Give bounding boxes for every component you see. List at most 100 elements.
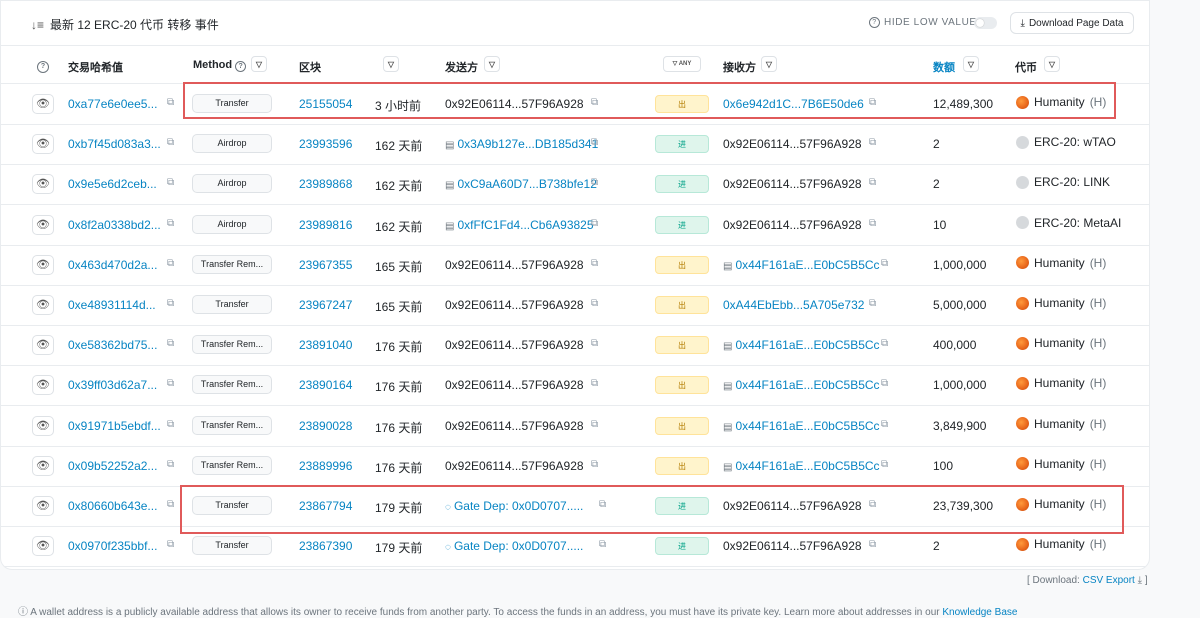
direction-filter[interactable]: ▽ ANY: [663, 56, 701, 72]
copy-icon[interactable]: ⧉: [881, 378, 888, 389]
tx-hash-link[interactable]: 0x9e5e6d2ceb...: [68, 177, 157, 191]
copy-icon[interactable]: ⧉: [591, 177, 598, 188]
token-link[interactable]: Humanity (H): [1016, 417, 1106, 431]
eye-icon[interactable]: 👁: [32, 375, 54, 396]
copy-icon[interactable]: ⧉: [599, 539, 606, 550]
copy-icon[interactable]: ⧉: [167, 419, 174, 430]
copy-icon[interactable]: ⧉: [167, 499, 174, 510]
copy-icon[interactable]: ⧉: [167, 539, 174, 550]
tx-hash-link[interactable]: 0x09b52252a2...: [68, 459, 157, 473]
sort-icon[interactable]: ↓≡: [31, 18, 44, 32]
block-link[interactable]: 23989868: [299, 177, 352, 191]
to-filter-icon[interactable]: ▽: [761, 56, 777, 72]
copy-icon[interactable]: ⧉: [167, 459, 174, 470]
eye-icon[interactable]: 👁: [32, 415, 54, 436]
token-link[interactable]: Humanity (H): [1016, 95, 1106, 109]
token-filter-icon[interactable]: ▽: [1044, 56, 1060, 72]
copy-icon[interactable]: ⧉: [881, 459, 888, 470]
tx-hash-link[interactable]: 0x39ff03d62a7...: [68, 378, 157, 392]
tx-hash-link[interactable]: 0xe58362bd75...: [68, 338, 157, 352]
copy-icon[interactable]: ⧉: [167, 137, 174, 148]
knowledge-base-link[interactable]: Knowledge Base: [942, 607, 1017, 618]
eye-icon[interactable]: 👁: [32, 174, 54, 195]
copy-icon[interactable]: ⧉: [591, 378, 598, 389]
from-address[interactable]: ◌ Gate Dep: 0x0D0707.....: [445, 539, 583, 553]
tx-hash-link[interactable]: 0x463d470d2a...: [68, 258, 157, 272]
token-link[interactable]: Humanity (H): [1016, 497, 1106, 511]
to-address[interactable]: ▤ 0x44F161aE...E0bC5B5Cc: [723, 338, 880, 352]
col-amount[interactable]: 数额: [933, 59, 955, 75]
copy-icon[interactable]: ⧉: [591, 419, 598, 430]
token-link[interactable]: ERC-20: MetaAI: [1016, 216, 1126, 230]
csv-export-link[interactable]: CSV Export: [1083, 575, 1135, 586]
eye-icon[interactable]: 👁: [32, 134, 54, 155]
copy-icon[interactable]: ⧉: [599, 499, 606, 510]
copy-icon[interactable]: ⧉: [881, 419, 888, 430]
block-link[interactable]: 23867794: [299, 499, 352, 513]
block-link[interactable]: 23989816: [299, 218, 352, 232]
token-link[interactable]: ERC-20: LINK: [1016, 175, 1115, 189]
eye-icon[interactable]: 👁: [32, 254, 54, 275]
tx-hash-link[interactable]: 0xb7f45d083a3...: [68, 137, 161, 151]
from-address[interactable]: ◌ Gate Dep: 0x0D0707.....: [445, 499, 583, 513]
token-link[interactable]: Humanity (H): [1016, 457, 1106, 471]
eye-icon[interactable]: 👁: [32, 335, 54, 356]
to-address[interactable]: ▤ 0x44F161aE...E0bC5B5Cc: [723, 419, 880, 433]
eye-icon[interactable]: 👁: [32, 496, 54, 516]
copy-icon[interactable]: ⧉: [167, 338, 174, 349]
copy-icon[interactable]: ⧉: [167, 218, 174, 229]
block-link[interactable]: 23891040: [299, 338, 352, 352]
copy-icon[interactable]: ⧉: [869, 539, 876, 550]
copy-icon[interactable]: ⧉: [167, 177, 174, 188]
copy-icon[interactable]: ⧉: [881, 258, 888, 269]
tx-hash-link[interactable]: 0x0970f235bbf...: [68, 539, 157, 553]
token-link[interactable]: Humanity (H): [1016, 376, 1106, 390]
to-address[interactable]: ▤ 0x44F161aE...E0bC5B5Cc: [723, 378, 880, 392]
block-link[interactable]: 23889996: [299, 459, 352, 473]
to-address[interactable]: ▤ 0x44F161aE...E0bC5B5Cc: [723, 258, 880, 272]
eye-icon[interactable]: 👁: [32, 295, 54, 315]
block-link[interactable]: 23993596: [299, 137, 352, 151]
copy-icon[interactable]: ⧉: [591, 459, 598, 470]
block-link[interactable]: 23890028: [299, 419, 352, 433]
copy-icon[interactable]: ⧉: [869, 137, 876, 148]
copy-icon[interactable]: ⧉: [869, 177, 876, 188]
block-link[interactable]: 25155054: [299, 97, 352, 111]
token-link[interactable]: ERC-20: wTAO: [1016, 135, 1121, 149]
copy-icon[interactable]: ⧉: [591, 97, 598, 108]
block-filter-icon[interactable]: ▽: [383, 56, 399, 72]
token-link[interactable]: Humanity (H): [1016, 537, 1106, 551]
eye-icon[interactable]: 👁: [32, 94, 54, 114]
from-address[interactable]: ▤ 0x3A9b127e...DB185d341: [445, 137, 598, 151]
copy-icon[interactable]: ⧉: [869, 97, 876, 108]
copy-icon[interactable]: ⧉: [591, 137, 598, 148]
help-icon[interactable]: ?: [37, 59, 49, 73]
copy-icon[interactable]: ⧉: [591, 298, 598, 309]
block-link[interactable]: 23867390: [299, 539, 352, 553]
copy-icon[interactable]: ⧉: [869, 298, 876, 309]
from-address[interactable]: ▤ 0xfFfC1Fd4...Cb6A93825: [445, 218, 594, 232]
copy-icon[interactable]: ⧉: [167, 97, 174, 108]
copy-icon[interactable]: ⧉: [869, 218, 876, 229]
tx-hash-link[interactable]: 0xe48931114d...: [68, 298, 156, 312]
eye-icon[interactable]: 👁: [32, 455, 54, 476]
to-address[interactable]: 0x6e942d1C...7B6E50de6: [723, 97, 864, 111]
to-address[interactable]: ▤ 0x44F161aE...E0bC5B5Cc: [723, 459, 880, 473]
copy-icon[interactable]: ⧉: [869, 499, 876, 510]
amount-filter-icon[interactable]: ▽: [963, 56, 979, 72]
token-link[interactable]: Humanity (H): [1016, 256, 1106, 270]
copy-icon[interactable]: ⧉: [167, 298, 174, 309]
to-address[interactable]: 0xA44EbEbb...5A705e732: [723, 298, 864, 312]
from-filter-icon[interactable]: ▽: [484, 56, 500, 72]
tx-hash-link[interactable]: 0x8f2a0338bd2...: [68, 218, 161, 232]
tx-hash-link[interactable]: 0x91971b5ebdf...: [68, 419, 161, 433]
tx-hash-link[interactable]: 0x80660b643e...: [68, 499, 157, 513]
eye-icon[interactable]: 👁: [32, 214, 54, 235]
copy-icon[interactable]: ⧉: [167, 258, 174, 269]
copy-icon[interactable]: ⧉: [591, 338, 598, 349]
method-filter-icon[interactable]: ▽: [251, 56, 267, 72]
hide-low-value-toggle[interactable]: [974, 17, 997, 29]
help-icon[interactable]: ?: [869, 17, 880, 28]
block-link[interactable]: 23890164: [299, 378, 352, 392]
from-address[interactable]: ▤ 0xC9aA60D7...B738bfe12: [445, 177, 597, 191]
